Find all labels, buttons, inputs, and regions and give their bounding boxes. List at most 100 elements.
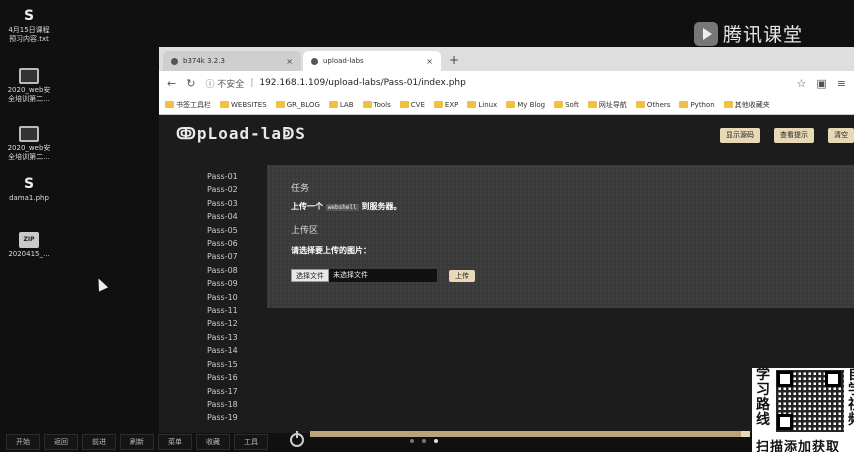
show-source-button[interactable]: 显示源码 [720,128,760,143]
taskbar-item[interactable]: 前进 [82,434,116,450]
pass-menu-item[interactable]: Pass-11 [207,304,243,317]
tab-strip: b374k 3.2.3 × upload-labs × + [159,47,854,71]
pass-menu-item[interactable]: Pass-08 [207,264,243,277]
pass-menu-item[interactable]: Pass-07 [207,250,243,263]
desktop-icon-txt[interactable]: S 4月15日课程 预习内容.txt [0,8,58,44]
tab-b374k[interactable]: b374k 3.2.3 × [163,51,301,71]
pass-menu-item[interactable]: Pass-13 [207,331,243,344]
promo-vertical-left: 学习路线 [755,368,771,428]
desktop-icon-label: dama1.php [9,194,49,202]
security-indicator[interactable]: ⓘ 不安全 [205,77,244,90]
bookmark-item[interactable]: GR_BLOG [275,101,320,109]
taskbar: 开始 返回 前进 刷新 菜单 收藏 工具 [0,432,310,452]
bookmark-item[interactable]: My Blog [506,101,545,109]
site-logo[interactable]: ↂpLoad-laↁS [176,124,306,143]
pass-menu-item[interactable]: Pass-09 [207,277,243,290]
desktop-icon-web1[interactable]: 2020_web安 全培训第二... [0,68,58,104]
bookmark-item[interactable]: CVE [399,101,425,109]
back-arrow-icon[interactable]: ← [167,77,176,90]
carousel-dots [410,439,438,443]
upload-heading: 上传区 [291,226,319,236]
laptop-icon [19,68,39,84]
bookmark-item[interactable]: EXP [433,100,459,109]
desktop-icon-web2[interactable]: 2020_web安 全培训第二... [0,126,58,162]
folder-icon [328,101,338,108]
extension-icon[interactable]: ▣ [816,77,826,90]
bookmark-item[interactable]: Linux [467,101,497,109]
clear-button[interactable]: 清空 [828,128,854,143]
pass-menu-item[interactable]: Pass-05 [207,224,243,237]
pass-menu-item[interactable]: Pass-10 [207,291,243,304]
desktop-icon-zip[interactable]: ZIP 2020415_... [0,232,58,259]
folder-icon [433,101,443,108]
desktop-icon-label: 全培训第二... [8,153,50,161]
taskbar-item[interactable]: 刷新 [120,434,154,450]
laptop-icon [19,126,39,142]
folder-icon [399,101,409,108]
bookmark-item[interactable]: Others [635,101,670,109]
folder-icon [554,101,564,108]
bookmark-label: EXP [444,100,459,109]
bookmark-item[interactable]: 其他收藏夹 [723,100,770,110]
task-heading: 任务 [291,184,310,194]
close-icon[interactable]: × [286,57,293,66]
pass-menu-item[interactable]: Pass-15 [207,358,243,371]
bookmark-item[interactable]: WEBSITES [220,101,267,109]
bookmark-item[interactable]: LAB [328,101,354,109]
pass-menu-item[interactable]: Pass-04 [207,210,243,223]
menu-icon[interactable]: ≡ [837,77,846,90]
power-icon[interactable] [290,431,304,447]
tab-upload-labs[interactable]: upload-labs × [303,51,441,71]
pass-menu-item[interactable]: Pass-03 [207,197,243,210]
promo-char: 学 [756,367,770,383]
bookmark-label: 网址导航 [598,100,627,109]
close-icon[interactable]: × [426,57,433,66]
choose-file-button[interactable]: 选择文件 [291,269,329,282]
bookmark-item[interactable]: 网址导航 [587,100,627,110]
bookmark-label: Python [690,100,715,109]
upload-button[interactable]: 上传 [449,269,475,282]
promo-char: 自 [848,368,854,383]
task-text: 上传一个 webshell 到服务器。 [291,201,402,212]
view-hint-button[interactable]: 查看提示 [774,128,814,143]
pass-menu-item[interactable]: Pass-16 [207,371,243,384]
pass-menu-item[interactable]: Pass-01 [207,170,243,183]
dot-icon[interactable] [434,439,438,443]
desktop-icon-php[interactable]: S dama1.php [0,176,58,203]
pass-menu-item[interactable]: Pass-06 [207,237,243,250]
reload-icon[interactable]: ↻ [186,77,195,90]
upload-labs-page: ↂpLoad-laↁS 显示源码 查看提示 清空 Pass-01 Pass-02 P… [159,116,854,433]
pass-menu-item[interactable]: Pass-18 [207,398,243,411]
mouse-cursor-icon [93,276,109,292]
star-icon[interactable]: ☆ [797,77,807,90]
taskbar-item[interactable]: 菜单 [158,434,192,450]
taskbar-item[interactable]: 开始 [6,434,40,450]
desktop-icon-label: 预习内容.txt [9,35,49,43]
taskbar-item[interactable]: 工具 [234,434,268,450]
dot-icon[interactable] [410,439,414,443]
bookmark-label: 其他收藏夹 [734,100,770,109]
pass-menu-item[interactable]: Pass-12 [207,317,243,330]
video-progress-bar[interactable] [310,431,750,437]
pass-menu-item[interactable]: Pass-17 [207,385,243,398]
new-tab-button[interactable]: + [443,53,465,71]
folder-icon [679,101,689,108]
url-field[interactable]: ⓘ 不安全 | 192.168.1.109/upload-labs/Pass-0… [205,77,786,90]
bookmark-item[interactable]: Soft [554,101,579,109]
dot-icon[interactable] [422,439,426,443]
tab-title: b374k 3.2.3 [183,57,225,65]
bookmark-item[interactable]: 书签工具栏 [165,100,211,110]
brand-name: 腾讯课堂 [723,24,804,46]
pass-menu-item[interactable]: Pass-14 [207,344,243,357]
taskbar-item[interactable]: 返回 [44,434,78,450]
pass-menu-item[interactable]: Pass-19 [207,411,243,424]
file-s-icon: S [23,176,35,192]
bookmark-item[interactable]: Tools [362,101,391,109]
bookmark-label: Linux [478,100,498,109]
desktop-icon-label: 2020415_... [8,250,50,258]
pass-menu-item[interactable]: Pass-02 [207,183,243,196]
promo-char: 频 [848,413,854,428]
bookmark-item[interactable]: Python [679,100,715,109]
taskbar-item[interactable]: 收藏 [196,434,230,450]
desktop-icon-label: 2020_web安 [7,86,51,94]
